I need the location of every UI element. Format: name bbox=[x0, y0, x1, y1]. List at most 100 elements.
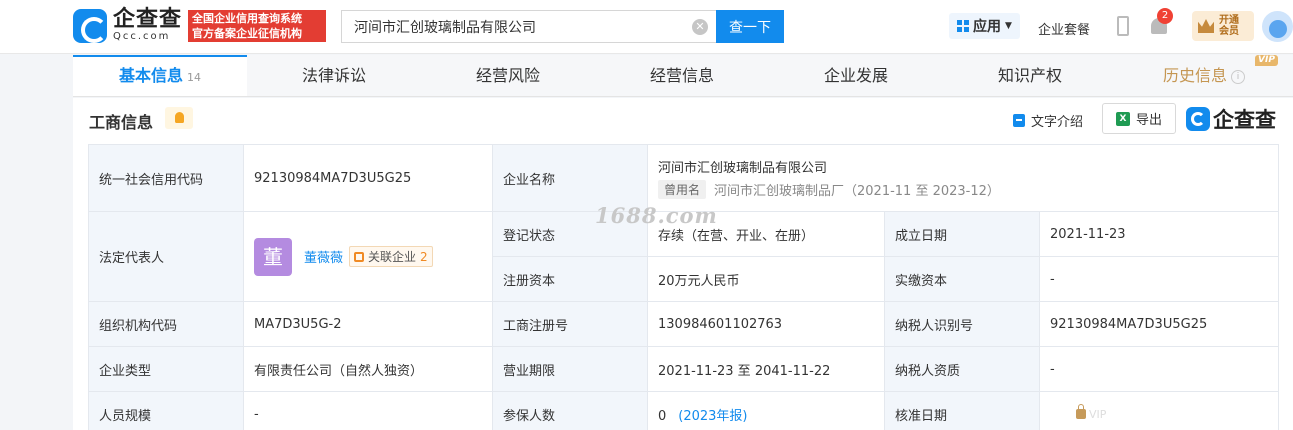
staff-size-label: 人员规模 bbox=[88, 391, 244, 430]
watermark-text: 1688.com bbox=[595, 203, 718, 228]
legal-rep-name-link[interactable]: 董薇薇 bbox=[304, 247, 343, 266]
company-type-label: 企业类型 bbox=[88, 346, 244, 392]
table-row: 人员规模 - 参保人数 0 (2023年报) 核准日期 VIP bbox=[88, 391, 1280, 430]
tab-basic-info-label: 基本信息 bbox=[118, 66, 183, 85]
apps-menu-button[interactable]: 应用 ▼ bbox=[949, 13, 1020, 39]
approval-locked-vip: VIP bbox=[1089, 407, 1107, 421]
tab-basic-info[interactable]: 基本信息 14 bbox=[73, 55, 247, 96]
notification-count-badge: 2 bbox=[1157, 8, 1173, 24]
business-info-table: 统一社会信用代码 92130984MA7D3U5G25 企业名称 河间市汇创玻璃… bbox=[88, 144, 1280, 430]
vip-badge: VIP bbox=[1255, 55, 1278, 66]
related-companies-count: 2 bbox=[420, 249, 428, 264]
excel-icon: X bbox=[1115, 111, 1130, 126]
slogan-line-1: 全国企业信用查询系统 bbox=[192, 12, 303, 25]
lock-icon bbox=[1076, 404, 1086, 419]
credit-code-label: 统一社会信用代码 bbox=[88, 144, 244, 212]
insured-cell: 0 (2023年报) bbox=[647, 391, 885, 430]
related-companies-tag[interactable]: 关联企业 2 bbox=[349, 246, 433, 267]
taxpayer-qual-value: - bbox=[1038, 346, 1280, 392]
company-name-value: 河间市汇创玻璃制品有限公司 bbox=[658, 161, 828, 176]
slogan-badge: 全国企业信用查询系统 官方备案企业征信机构 bbox=[188, 10, 327, 42]
document-icon bbox=[1013, 114, 1025, 127]
mobile-phone-icon[interactable] bbox=[1117, 16, 1129, 36]
apps-label: 应用 bbox=[973, 19, 1001, 35]
approval-date-label: 核准日期 bbox=[884, 391, 1040, 430]
table-row: 统一社会信用代码 92130984MA7D3U5G25 企业名称 河间市汇创玻璃… bbox=[88, 144, 1280, 212]
logo-english: Qcc.com bbox=[113, 31, 171, 42]
text-intro-label: 文字介绍 bbox=[1031, 115, 1084, 130]
business-reg-value: 130984601102763 bbox=[647, 301, 885, 347]
vip-label: 开通 会员 bbox=[1219, 15, 1241, 37]
reg-capital-value: 20万元人民币 bbox=[647, 256, 885, 302]
taxpayer-qual-label: 纳税人资质 bbox=[884, 346, 1040, 392]
export-button[interactable]: X 导出 bbox=[1102, 103, 1176, 134]
brand-text: 企查查 bbox=[1213, 108, 1276, 132]
org-code-label: 组织机构代码 bbox=[88, 301, 244, 347]
related-companies-label: 关联企业 bbox=[368, 250, 417, 264]
caret-down-icon: ▼ bbox=[1005, 21, 1012, 31]
search-input[interactable] bbox=[342, 11, 672, 42]
text-intro-button[interactable]: 文字介绍 bbox=[1013, 111, 1083, 130]
open-vip-button[interactable]: 开通 会员 bbox=[1192, 11, 1254, 41]
related-link-icon bbox=[354, 251, 365, 262]
legal-rep: 董 董薇薇 关联企业 2 bbox=[254, 237, 482, 276]
legal-rep-avatar[interactable]: 董 bbox=[254, 237, 292, 276]
found-date-value: 2021-11-23 bbox=[1038, 211, 1280, 257]
section-title: 工商信息 bbox=[89, 113, 154, 132]
taxpayer-id-value: 92130984MA7D3U5G25 bbox=[1038, 301, 1280, 347]
tab-basic-info-count: 14 bbox=[187, 71, 201, 84]
table-row: 企业类型 有限责任公司（自然人独资） 营业期限 2021-11-23 至 204… bbox=[88, 346, 1280, 392]
slogan-line-2: 官方备案企业征信机构 bbox=[192, 27, 303, 40]
grid-icon bbox=[957, 20, 969, 32]
vip-label-line-1: 开通 bbox=[1219, 15, 1239, 26]
tab-legal-litigation[interactable]: 法律诉讼 bbox=[247, 55, 421, 96]
qcc-logo[interactable]: 企查查 Qcc.com 全国企业信用查询系统 官方备案企业征信机构 bbox=[73, 9, 327, 43]
business-term-value: 2021-11-23 至 2041-11-22 bbox=[647, 346, 885, 392]
export-label: 导出 bbox=[1135, 113, 1162, 128]
table-row: 组织机构代码 MA7D3U5G-2 工商注册号 130984601102763 … bbox=[88, 301, 1280, 347]
company-tabs: 基本信息 14 法律诉讼 经营风险 经营信息 企业发展 知识产权 历史信息 i VI… bbox=[73, 55, 1293, 97]
insured-year-link[interactable]: (2023年报) bbox=[678, 409, 747, 424]
clear-icon[interactable]: ✕ bbox=[692, 19, 708, 35]
legal-rep-label: 法定代表人 bbox=[88, 211, 244, 302]
qcc-logo-icon bbox=[73, 9, 107, 43]
tab-business-info[interactable]: 经营信息 bbox=[595, 55, 769, 96]
user-avatar[interactable] bbox=[1262, 11, 1293, 42]
crown-icon bbox=[1198, 19, 1214, 33]
vip-label-line-2: 会员 bbox=[1219, 26, 1239, 37]
insured-label: 参保人数 bbox=[492, 391, 648, 430]
staff-size-value: - bbox=[243, 391, 493, 430]
former-name: 曾用名 河间市汇创玻璃制品厂（2021-11 至 2023-12） bbox=[658, 180, 1268, 199]
enterprise-package-link[interactable]: 企业套餐 bbox=[1038, 19, 1090, 38]
qcc-brand-icon bbox=[1186, 107, 1210, 131]
paid-capital-label: 实缴资本 bbox=[884, 256, 1040, 302]
logo-text: 企查查 Qcc.com bbox=[113, 9, 182, 43]
tab-history-info-label: 历史信息 bbox=[1162, 66, 1227, 85]
tab-enterprise-development[interactable]: 企业发展 bbox=[769, 55, 943, 96]
info-icon: i bbox=[1231, 69, 1245, 84]
search-button[interactable]: 查一下 bbox=[716, 10, 784, 43]
approval-date-cell[interactable]: VIP bbox=[1038, 391, 1280, 430]
company-name-cell: 河间市汇创玻璃制品有限公司 曾用名 河间市汇创玻璃制品厂（2021-11 至 2… bbox=[646, 144, 1280, 212]
company-type-value: 有限责任公司（自然人独资） bbox=[243, 346, 493, 392]
org-code-value: MA7D3U5G-2 bbox=[243, 301, 493, 347]
legal-rep-cell: 董 董薇薇 关联企业 2 bbox=[243, 211, 493, 302]
credit-code-value: 92130984MA7D3U5G25 bbox=[243, 144, 493, 212]
former-name-tag: 曾用名 bbox=[658, 180, 707, 199]
brand-logo: 企查查 bbox=[1186, 104, 1276, 134]
taxpayer-id-label: 纳税人识别号 bbox=[884, 301, 1040, 347]
business-term-label: 营业期限 bbox=[492, 346, 648, 392]
business-reg-label: 工商注册号 bbox=[492, 301, 648, 347]
company-name-label: 企业名称 bbox=[492, 144, 648, 212]
lightbulb-icon[interactable] bbox=[165, 107, 193, 129]
top-navigation-bar: 企查查 Qcc.com 全国企业信用查询系统 官方备案企业征信机构 ✕ 查一下 … bbox=[0, 0, 1293, 54]
business-info-card: 工商信息 文字介绍 X 导出 企查查 统一社会信用代码 92130984MA7D… bbox=[73, 98, 1293, 430]
logo-chinese: 企查查 bbox=[113, 7, 183, 32]
tab-history-info[interactable]: 历史信息 i VIP bbox=[1117, 55, 1291, 96]
tab-business-risk[interactable]: 经营风险 bbox=[421, 55, 595, 96]
tab-intellectual-property[interactable]: 知识产权 bbox=[943, 55, 1117, 96]
former-name-value: 河间市汇创玻璃制品厂（2021-11 至 2023-12） bbox=[714, 184, 1000, 199]
paid-capital-value: - bbox=[1038, 256, 1280, 302]
found-date-label: 成立日期 bbox=[884, 211, 1040, 257]
reg-capital-label: 注册资本 bbox=[492, 256, 648, 302]
